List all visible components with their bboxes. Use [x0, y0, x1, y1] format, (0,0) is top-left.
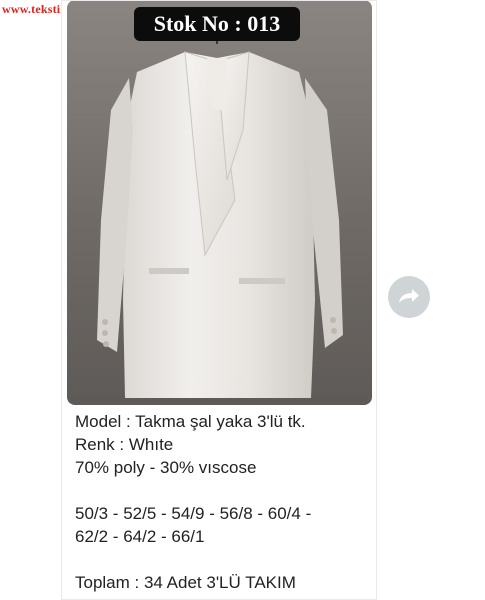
message-caption: Model : Takma şal yaka 3'lü tk. Renk : W…	[75, 410, 375, 594]
stock-number-badge: Stok No : 013	[134, 7, 300, 41]
product-photo[interactable]	[67, 0, 372, 405]
forward-button[interactable]	[388, 276, 430, 318]
caption-model: Model : Takma şal yaka 3'lü tk.	[75, 412, 306, 431]
forward-arrow-icon	[399, 289, 419, 303]
caption-sizes-line2: 62/2 - 64/2 - 66/1	[75, 527, 205, 546]
suit-jacket-image	[97, 29, 343, 398]
caption-spacer-2	[75, 548, 375, 571]
caption-total: Toplam : 34 Adet 3'LÜ TAKIM	[75, 573, 296, 592]
caption-fabric: 70% poly - 30% vıscose	[75, 458, 257, 477]
caption-color: Renk : Whıte	[75, 435, 174, 454]
caption-sizes-line1: 50/3 - 52/5 - 54/9 - 56/8 - 60/4 -	[75, 504, 312, 523]
